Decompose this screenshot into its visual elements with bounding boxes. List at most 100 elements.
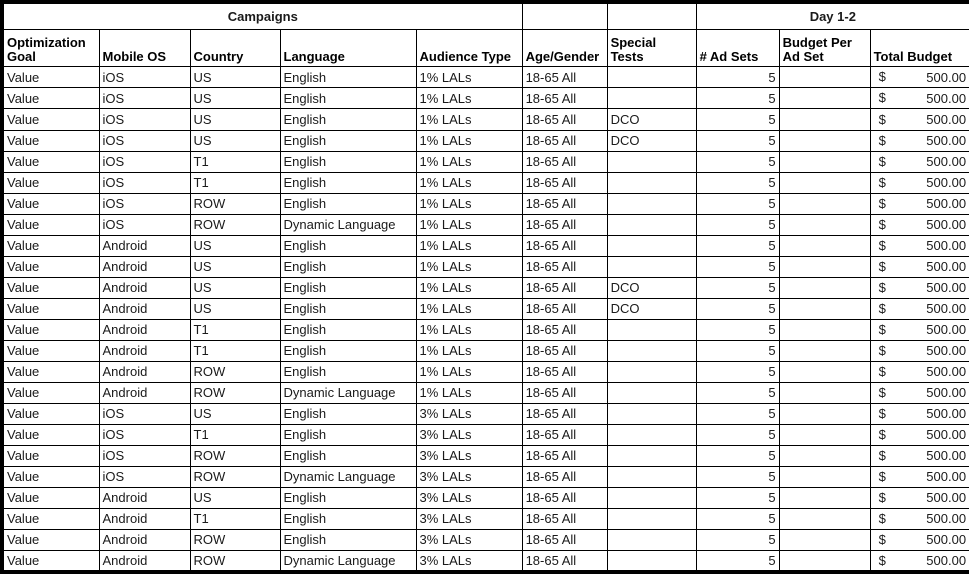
cell-optimization-goal[interactable]: Value	[0, 192, 100, 215]
cell-ad-sets[interactable]: 5	[695, 129, 780, 152]
cell-country[interactable]: US	[189, 129, 281, 152]
cell-mobile-os[interactable]: iOS	[98, 150, 191, 173]
cell-budget-per-ad-set[interactable]	[778, 129, 871, 152]
cell-language[interactable]: English	[279, 318, 417, 341]
cell-mobile-os[interactable]: iOS	[98, 171, 191, 194]
column-header-age-gender[interactable]: Age/Gender	[521, 28, 608, 68]
cell-mobile-os[interactable]: Android	[98, 297, 191, 320]
cell-optimization-goal[interactable]: Value	[0, 297, 100, 320]
cell-language[interactable]: Dynamic Language	[279, 550, 417, 574]
cell-ad-sets[interactable]: 5	[695, 550, 780, 574]
cell-mobile-os[interactable]: Android	[98, 318, 191, 341]
cell-audience-type[interactable]: 3% LALs	[415, 466, 523, 489]
cell-optimization-goal[interactable]: Value	[0, 171, 100, 194]
cell-language[interactable]: English	[279, 129, 417, 152]
cell-ad-sets[interactable]: 5	[695, 192, 780, 215]
cell-audience-type[interactable]: 1% LALs	[415, 87, 523, 110]
column-header-special-tests[interactable]: Special Tests	[606, 28, 697, 68]
cell-special-tests[interactable]	[606, 255, 697, 278]
cell-special-tests[interactable]	[606, 87, 697, 110]
cell-optimization-goal[interactable]: Value	[0, 423, 100, 446]
cell-total-budget[interactable]: $500.00	[869, 402, 969, 425]
cell-optimization-goal[interactable]: Value	[0, 108, 100, 131]
cell-ad-sets[interactable]: 5	[695, 297, 780, 320]
cell-country[interactable]: T1	[189, 508, 281, 531]
cell-budget-per-ad-set[interactable]	[778, 550, 871, 574]
cell-ad-sets[interactable]: 5	[695, 487, 780, 510]
cell-mobile-os[interactable]: iOS	[98, 423, 191, 446]
cell-special-tests[interactable]	[606, 508, 697, 531]
cell-budget-per-ad-set[interactable]	[778, 529, 871, 552]
cell-mobile-os[interactable]: Android	[98, 508, 191, 531]
cell-age-gender[interactable]: 18-65 All	[521, 402, 608, 425]
cell-ad-sets[interactable]: 5	[695, 508, 780, 531]
cell-special-tests[interactable]	[606, 466, 697, 489]
cell-optimization-goal[interactable]: Value	[0, 213, 100, 236]
cell-age-gender[interactable]: 18-65 All	[521, 297, 608, 320]
cell-budget-per-ad-set[interactable]	[778, 360, 871, 383]
cell-optimization-goal[interactable]: Value	[0, 129, 100, 152]
cell-budget-per-ad-set[interactable]	[778, 171, 871, 194]
column-header-total-budget[interactable]: Total Budget	[869, 28, 969, 68]
cell-country[interactable]: US	[189, 402, 281, 425]
column-header-audience-type[interactable]: Audience Type	[415, 28, 523, 68]
cell-total-budget[interactable]: $500.00	[869, 550, 969, 574]
cell-total-budget[interactable]: $500.00	[869, 297, 969, 320]
cell-mobile-os[interactable]: Android	[98, 550, 191, 574]
cell-mobile-os[interactable]: iOS	[98, 402, 191, 425]
cell-age-gender[interactable]: 18-65 All	[521, 550, 608, 574]
cell-budget-per-ad-set[interactable]	[778, 381, 871, 404]
cell-mobile-os[interactable]: Android	[98, 339, 191, 362]
cell-total-budget[interactable]: $500.00	[869, 381, 969, 404]
cell-budget-per-ad-set[interactable]	[778, 466, 871, 489]
cell-audience-type[interactable]: 1% LALs	[415, 234, 523, 257]
cell-ad-sets[interactable]: 5	[695, 276, 780, 299]
cell-optimization-goal[interactable]: Value	[0, 276, 100, 299]
cell-age-gender[interactable]: 18-65 All	[521, 276, 608, 299]
cell-audience-type[interactable]: 3% LALs	[415, 444, 523, 468]
cell-total-budget[interactable]: $500.00	[869, 529, 969, 552]
cell-language[interactable]: Dynamic Language	[279, 466, 417, 489]
cell-audience-type[interactable]: 1% LALs	[415, 213, 523, 236]
cell-special-tests[interactable]	[606, 213, 697, 236]
cell-ad-sets[interactable]: 5	[695, 255, 780, 278]
cell-age-gender[interactable]: 18-65 All	[521, 129, 608, 152]
cell-mobile-os[interactable]: Android	[98, 487, 191, 510]
cell-special-tests[interactable]: DCO	[606, 129, 697, 152]
cell-country[interactable]: T1	[189, 339, 281, 362]
cell-optimization-goal[interactable]: Value	[0, 402, 100, 425]
column-header-country[interactable]: Country	[189, 28, 281, 68]
cell-country[interactable]: ROW	[189, 466, 281, 489]
cell-audience-type[interactable]: 1% LALs	[415, 276, 523, 299]
cell-budget-per-ad-set[interactable]	[778, 402, 871, 425]
cell-age-gender[interactable]: 18-65 All	[521, 318, 608, 341]
cell-language[interactable]: English	[279, 66, 417, 89]
cell-country[interactable]: US	[189, 87, 281, 110]
cell-budget-per-ad-set[interactable]	[778, 297, 871, 320]
cell-age-gender[interactable]: 18-65 All	[521, 360, 608, 383]
cell-age-gender[interactable]: 18-65 All	[521, 423, 608, 446]
cell-optimization-goal[interactable]: Value	[0, 444, 100, 468]
cell-total-budget[interactable]: $500.00	[869, 423, 969, 446]
cell-mobile-os[interactable]: Android	[98, 360, 191, 383]
column-header-optimization-goal[interactable]: Optimization Goal	[0, 28, 100, 68]
cell-age-gender[interactable]: 18-65 All	[521, 192, 608, 215]
cell-budget-per-ad-set[interactable]	[778, 150, 871, 173]
cell-language[interactable]: Dynamic Language	[279, 381, 417, 404]
cell-ad-sets[interactable]: 5	[695, 318, 780, 341]
cell-language[interactable]: English	[279, 339, 417, 362]
cell-age-gender[interactable]: 18-65 All	[521, 339, 608, 362]
cell-age-gender[interactable]: 18-65 All	[521, 150, 608, 173]
cell-budget-per-ad-set[interactable]	[778, 444, 871, 468]
cell-country[interactable]: US	[189, 255, 281, 278]
cell-language[interactable]: English	[279, 423, 417, 446]
cell-optimization-goal[interactable]: Value	[0, 508, 100, 531]
cell-budget-per-ad-set[interactable]	[778, 487, 871, 510]
cell-ad-sets[interactable]: 5	[695, 234, 780, 257]
cell-total-budget[interactable]: $500.00	[869, 213, 969, 236]
cell-ad-sets[interactable]: 5	[695, 108, 780, 131]
cell-budget-per-ad-set[interactable]	[778, 339, 871, 362]
cell-optimization-goal[interactable]: Value	[0, 381, 100, 404]
cell-total-budget[interactable]: $500.00	[869, 255, 969, 278]
cell-ad-sets[interactable]: 5	[695, 360, 780, 383]
